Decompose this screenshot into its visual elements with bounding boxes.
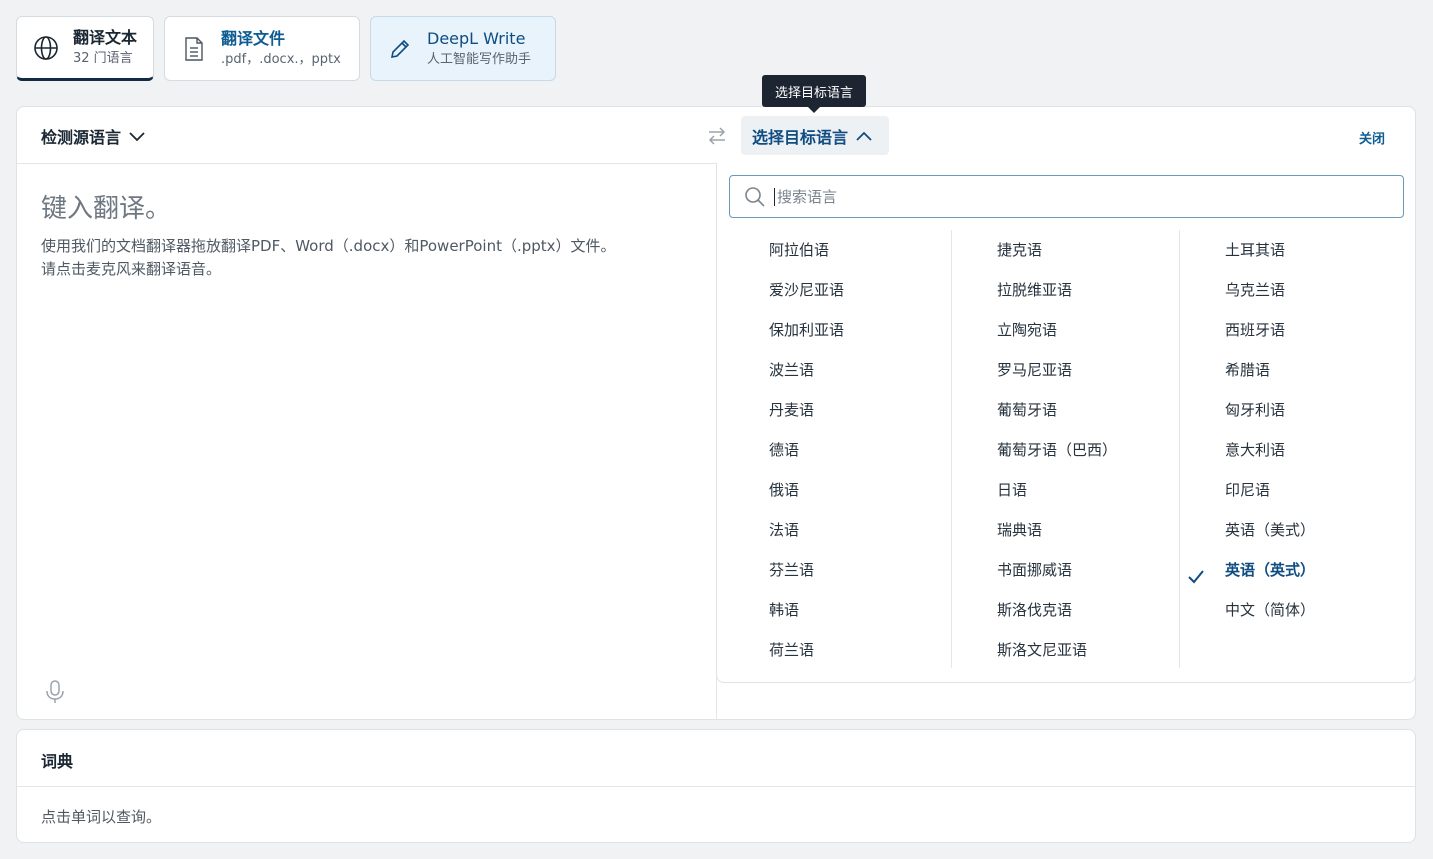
language-option[interactable]: 葡萄牙语（巴西） xyxy=(945,430,1173,470)
dictionary-divider xyxy=(17,786,1415,787)
language-option[interactable]: 葡萄牙语 xyxy=(945,390,1173,430)
tab-subtitle: .pdf，.docx.，pptx xyxy=(221,51,341,67)
language-option[interactable]: 荷兰语 xyxy=(717,630,945,670)
language-option[interactable]: 意大利语 xyxy=(1173,430,1401,470)
language-option[interactable]: 乌克兰语 xyxy=(1173,270,1401,310)
language-option[interactable]: 德语 xyxy=(717,430,945,470)
language-option-label: 英语（英式） xyxy=(1225,561,1316,579)
tab-subtitle: 32 门语言 xyxy=(73,50,133,66)
language-column: 阿拉伯语 爱沙尼亚语 保加利亚语 波兰语 丹麦语 德语 俄语 法语 芬兰语 韩语… xyxy=(717,230,945,670)
dictionary-hint: 点击单词以查询。 xyxy=(41,808,162,826)
language-option-selected[interactable]: 英语（英式） xyxy=(1173,550,1401,590)
language-option[interactable]: 俄语 xyxy=(717,470,945,510)
language-option[interactable]: 斯洛伐克语 xyxy=(945,590,1173,630)
tab-translate-files[interactable]: 翻译文件 .pdf，.docx.，pptx xyxy=(164,16,360,81)
target-language-dropdown: 阿拉伯语 爱沙尼亚语 保加利亚语 波兰语 丹麦语 德语 俄语 法语 芬兰语 韩语… xyxy=(716,163,1416,683)
dictionary-title: 词典 xyxy=(41,752,74,771)
source-hint: 使用我们的文档翻译器拖放翻译PDF、Word（.docx）和PowerPoint… xyxy=(41,235,681,281)
language-option[interactable]: 印尼语 xyxy=(1173,470,1401,510)
language-option[interactable]: 捷克语 xyxy=(945,230,1173,270)
source-language-selector[interactable]: 检测源语言 xyxy=(41,124,145,148)
search-icon xyxy=(744,186,766,208)
checkmark-icon xyxy=(1187,561,1205,584)
tab-subtitle: 人工智能写作助手 xyxy=(427,51,532,67)
language-option[interactable]: 瑞典语 xyxy=(945,510,1173,550)
tab-title: 翻译文本 xyxy=(73,27,138,47)
language-column: 土耳其语 乌克兰语 西班牙语 希腊语 匈牙利语 意大利语 印尼语 英语（美式） … xyxy=(1173,230,1401,630)
language-column: 捷克语 拉脱维亚语 立陶宛语 罗马尼亚语 葡萄牙语 葡萄牙语（巴西） 日语 瑞典… xyxy=(945,230,1173,670)
language-option[interactable]: 保加利亚语 xyxy=(717,310,945,350)
tab-translate-text[interactable]: 翻译文本 32 门语言 xyxy=(16,16,154,81)
language-option[interactable]: 西班牙语 xyxy=(1173,310,1401,350)
source-language-label: 检测源语言 xyxy=(41,128,122,147)
dictionary-card: 词典 点击单词以查询。 xyxy=(16,729,1416,843)
language-option[interactable]: 日语 xyxy=(945,470,1173,510)
language-option[interactable]: 斯洛文尼亚语 xyxy=(945,630,1173,670)
close-button[interactable]: 关闭 xyxy=(1359,128,1385,147)
language-option[interactable]: 立陶宛语 xyxy=(945,310,1173,350)
document-icon xyxy=(181,36,207,62)
language-option[interactable]: 丹麦语 xyxy=(717,390,945,430)
tooltip: 选择目标语言 xyxy=(762,75,866,113)
language-option[interactable]: 阿拉伯语 xyxy=(717,230,945,270)
language-option[interactable]: 韩语 xyxy=(717,590,945,630)
language-option[interactable]: 爱沙尼亚语 xyxy=(717,270,945,310)
globe-icon xyxy=(33,35,59,61)
tab-title: 翻译文件 xyxy=(221,28,286,48)
chevron-up-icon xyxy=(856,126,872,145)
language-option[interactable]: 中文（简体） xyxy=(1173,590,1401,630)
language-option[interactable]: 土耳其语 xyxy=(1173,230,1401,270)
language-option[interactable]: 罗马尼亚语 xyxy=(945,350,1173,390)
target-language-label: 选择目标语言 xyxy=(752,127,849,147)
microphone-icon[interactable] xyxy=(45,679,65,709)
swap-languages-icon[interactable] xyxy=(705,124,729,148)
translator-header: 检测源语言 选择目标语言 关闭 xyxy=(17,107,1415,164)
pencil-icon xyxy=(387,36,413,62)
language-option[interactable]: 拉脱维亚语 xyxy=(945,270,1173,310)
source-text-area[interactable]: 键入翻译。 使用我们的文档翻译器拖放翻译PDF、Word（.docx）和Powe… xyxy=(41,191,681,281)
hint-line: 请点击麦克风来翻译语音。 xyxy=(41,260,222,278)
tab-title: DeepL Write xyxy=(427,28,526,48)
language-option[interactable]: 希腊语 xyxy=(1173,350,1401,390)
language-option[interactable]: 书面挪威语 xyxy=(945,550,1173,590)
language-option[interactable]: 芬兰语 xyxy=(717,550,945,590)
language-option[interactable]: 法语 xyxy=(717,510,945,550)
language-option[interactable]: 匈牙利语 xyxy=(1173,390,1401,430)
tab-deepl-write[interactable]: DeepL Write 人工智能写作助手 xyxy=(370,16,556,81)
language-option[interactable]: 波兰语 xyxy=(717,350,945,390)
chevron-down-icon xyxy=(129,127,145,146)
language-option[interactable]: 英语（美式） xyxy=(1173,510,1401,550)
target-language-selector[interactable]: 选择目标语言 xyxy=(741,116,889,155)
hint-line: 使用我们的文档翻译器拖放翻译PDF、Word（.docx）和PowerPoint… xyxy=(41,237,616,255)
language-search-input[interactable] xyxy=(774,187,1403,206)
language-search[interactable] xyxy=(729,175,1404,218)
source-placeholder: 键入翻译。 xyxy=(41,194,172,224)
